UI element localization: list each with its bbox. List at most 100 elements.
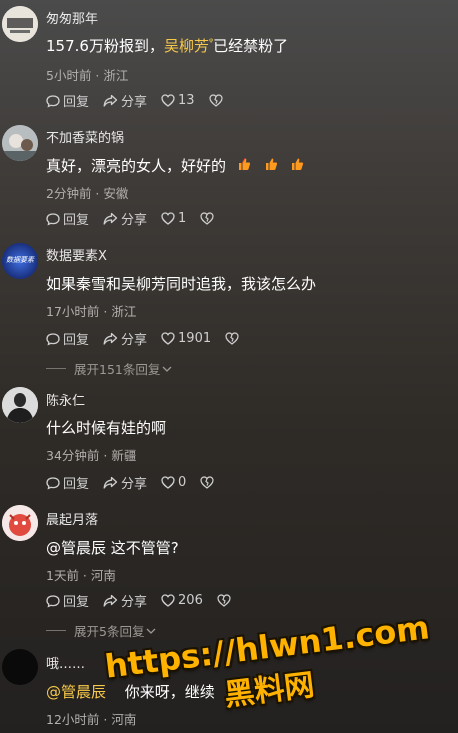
reply-button[interactable]: 回复: [46, 329, 89, 348]
comment-actions: 回复 分享 1: [46, 209, 231, 228]
broken-heart-icon: [200, 476, 214, 489]
dislike-button[interactable]: [200, 476, 217, 489]
comment-text: @管晨辰 这不管管?: [46, 539, 179, 557]
comment-meta: 2分钟前 · 安徽: [46, 186, 129, 201]
share-icon: [103, 212, 118, 225]
avatar-label: 数据要素: [6, 256, 34, 264]
username[interactable]: 晨起月落: [46, 509, 98, 528]
mention-link[interactable]: @管晨辰: [46, 683, 106, 701]
heart-icon: [161, 212, 175, 225]
comment-meta: 1天前 · 河南: [46, 568, 116, 583]
comment-meta: 34分钟前 · 新疆: [46, 448, 137, 463]
comment-meta: 17小时前 · 浙江: [46, 304, 137, 319]
comment-text-part: 157.6万粉报到，: [46, 37, 164, 55]
avatar[interactable]: [2, 6, 38, 42]
share-icon: [103, 94, 118, 107]
comment-meta: 5小时前 · 浙江: [46, 68, 129, 83]
comment-text-part: 你来呀，继续: [124, 683, 215, 701]
avatar[interactable]: [2, 125, 38, 161]
broken-heart-icon: [208, 94, 223, 107]
comment-meta: 12小时前 · 河南: [46, 712, 137, 727]
share-button[interactable]: 分享: [103, 329, 147, 348]
dislike-button[interactable]: [225, 332, 242, 345]
thumbs-up-icon: [237, 157, 251, 175]
heart-icon: [161, 94, 175, 107]
share-label: 分享: [121, 333, 148, 348]
reply-button[interactable]: 回复: [46, 591, 89, 610]
divider: [46, 368, 66, 369]
expand-replies-button[interactable]: 展开5条回复: [46, 621, 156, 640]
reply-icon: [46, 332, 60, 345]
reply-icon: [46, 594, 60, 607]
thumbs-up-icon: [290, 157, 304, 175]
thumbs-up-icon: [264, 157, 278, 175]
like-button[interactable]: 206: [161, 593, 203, 608]
reply-icon: [46, 94, 60, 107]
watermark-site-name: 黑料网: [222, 667, 317, 714]
expand-label: 展开5条回复: [74, 624, 145, 639]
share-label: 分享: [121, 477, 148, 492]
avatar[interactable]: 数据要素: [2, 243, 38, 279]
comment-actions: 回复 分享 0: [46, 473, 231, 492]
avatar[interactable]: [2, 505, 38, 541]
comment-text: 什么时候有娃的啊: [46, 419, 167, 437]
like-button[interactable]: 0: [161, 475, 186, 490]
share-button[interactable]: 分享: [103, 91, 147, 110]
share-button[interactable]: 分享: [103, 209, 147, 228]
share-label: 分享: [121, 213, 148, 228]
dislike-button[interactable]: [208, 94, 226, 107]
like-count: 13: [178, 93, 195, 108]
like-count: 1: [178, 211, 187, 226]
avatar[interactable]: [2, 387, 38, 423]
share-icon: [103, 332, 118, 345]
reply-label: 回复: [63, 595, 90, 610]
share-button[interactable]: 分享: [103, 591, 147, 610]
share-button[interactable]: 分享: [103, 473, 147, 492]
reply-icon: [46, 476, 60, 489]
like-count: 0: [178, 475, 187, 490]
broken-heart-icon: [217, 594, 231, 607]
divider: [46, 630, 66, 631]
expand-label: 展开151条回复: [74, 362, 161, 377]
share-icon: [103, 476, 118, 489]
like-count: 206: [178, 593, 203, 608]
comment-text: @管晨辰 你来呀，继续: [46, 681, 215, 702]
comment-actions: 回复 分享 1901: [46, 329, 256, 348]
heart-icon: [161, 594, 175, 607]
like-button[interactable]: 1: [161, 211, 186, 226]
reply-label: 回复: [63, 333, 90, 348]
like-button[interactable]: 13: [161, 93, 195, 108]
reply-button[interactable]: 回复: [46, 209, 89, 228]
share-icon: [103, 594, 118, 607]
mention-link[interactable]: 吴柳芳: [164, 37, 209, 55]
broken-heart-icon: [225, 332, 239, 345]
expand-replies-button[interactable]: 展开151条回复: [46, 359, 172, 378]
heart-icon: [161, 332, 175, 345]
comment-text-part: 已经禁粉了: [213, 37, 289, 55]
username[interactable]: 不加香菜的锅: [46, 127, 124, 146]
reply-label: 回复: [63, 213, 90, 228]
comment-text-part: 真好，漂亮的女人，好好的: [46, 157, 227, 175]
like-count: 1901: [178, 331, 212, 346]
chevron-down-icon: [162, 366, 172, 372]
reply-icon: [46, 212, 60, 225]
username[interactable]: 数据要素X: [46, 245, 107, 264]
username[interactable]: 陈永仁: [46, 390, 85, 409]
reply-button[interactable]: 回复: [46, 473, 89, 492]
share-label: 分享: [121, 95, 148, 110]
dislike-button[interactable]: [217, 594, 234, 607]
reply-label: 回复: [63, 95, 90, 110]
heart-icon: [161, 476, 175, 489]
comment-text: 真好，漂亮的女人，好好的: [46, 155, 304, 176]
broken-heart-icon: [200, 212, 214, 225]
reply-button[interactable]: 回复: [46, 91, 89, 110]
like-button[interactable]: 1901: [161, 331, 211, 346]
avatar[interactable]: [2, 649, 38, 685]
comment-actions: 回复 分享 13: [46, 91, 240, 110]
comment-text: 157.6万粉报到，吴柳芳ᵠ已经禁粉了: [46, 35, 288, 56]
username[interactable]: 匆匆那年: [46, 8, 98, 27]
chevron-down-icon: [146, 628, 156, 634]
dislike-button[interactable]: [200, 212, 217, 225]
comment-text: 如果秦雪和吴柳芳同时追我，我该怎么办: [46, 275, 317, 293]
username[interactable]: 哦……: [46, 653, 85, 672]
